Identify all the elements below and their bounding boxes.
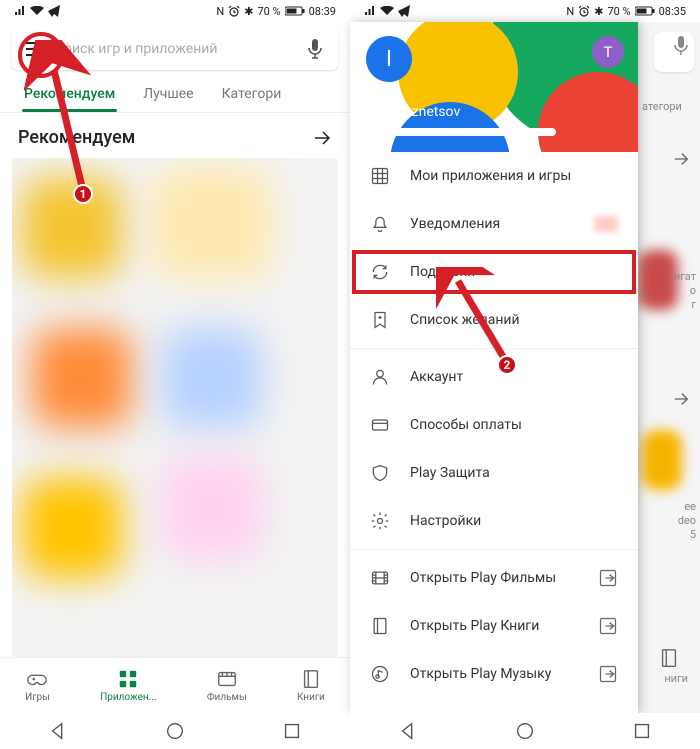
nav-home-button[interactable] xyxy=(514,720,536,742)
battery-icon xyxy=(635,6,655,16)
battery-text: 70 % xyxy=(257,5,280,18)
nav-recents-button[interactable] xyxy=(631,720,653,742)
section-title: Рекомендуем xyxy=(18,127,135,148)
apps-grid-icon xyxy=(117,668,139,690)
account-email-censored xyxy=(366,128,556,136)
time-text: 08:35 xyxy=(659,5,686,18)
section-header[interactable]: Рекомендуем xyxy=(0,113,350,158)
search-bar-peek xyxy=(654,32,694,72)
book-icon xyxy=(300,668,322,690)
launch-icon xyxy=(598,616,618,636)
voice-search-button[interactable] xyxy=(300,39,330,59)
menu-open-music[interactable]: Открыть Play Музыку xyxy=(350,650,638,698)
person-icon xyxy=(370,367,390,387)
hamburger-icon xyxy=(26,42,44,56)
refresh-icon xyxy=(370,262,390,282)
status-bar: N ✱ 70 % 08:39 xyxy=(0,0,350,22)
annotation-notification-dot xyxy=(51,37,57,43)
time-text: 08:39 xyxy=(309,5,336,18)
annotation-step-badge: 2 xyxy=(497,355,517,375)
menu-wishlist[interactable]: Список желаний xyxy=(350,296,638,344)
avatar-primary[interactable]: I xyxy=(366,36,412,82)
notification-indicator xyxy=(594,216,618,232)
book-icon xyxy=(658,647,680,669)
navigation-drawer: I T Ivan Kuznetsov Мои приложения и игры… xyxy=(350,22,638,713)
battery-icon xyxy=(285,6,305,16)
wifi-icon xyxy=(380,6,394,16)
nav-home-button[interactable] xyxy=(164,720,186,742)
status-bar: N ✱ 70 % 08:35 xyxy=(350,0,700,22)
nfc-icon: N xyxy=(566,5,574,18)
drawer-menu-list: Мои приложения и игры Уведомления Подпис… xyxy=(350,152,638,713)
menu-protect[interactable]: Play Защита xyxy=(350,449,638,497)
search-input[interactable] xyxy=(50,41,300,57)
launch-icon xyxy=(598,568,618,588)
launch-icon xyxy=(598,664,618,684)
drawer-header[interactable]: I T Ivan Kuznetsov xyxy=(350,22,638,152)
shield-icon xyxy=(370,463,390,483)
card-icon xyxy=(370,415,390,435)
menu-open-movies[interactable]: Открыть Play Фильмы xyxy=(350,554,638,602)
menu-notifications[interactable]: Уведомления xyxy=(350,200,638,248)
app-grid-blurred xyxy=(12,158,338,657)
tab-recommended[interactable]: Рекомендуем xyxy=(22,80,117,112)
bluetooth-icon: ✱ xyxy=(244,5,253,18)
book-icon xyxy=(370,616,390,636)
tab-categories[interactable]: Категори xyxy=(220,80,284,112)
wifi-icon xyxy=(30,6,44,16)
account-name: Ivan Kuznetsov xyxy=(366,104,460,120)
tab-best[interactable]: Лучшее xyxy=(141,80,195,112)
nav-recents-button[interactable] xyxy=(281,720,303,742)
signal-icon xyxy=(14,6,26,16)
microphone-icon xyxy=(674,36,688,56)
menu-my-apps[interactable]: Мои приложения и игры xyxy=(350,152,638,200)
microphone-icon xyxy=(308,39,322,59)
menu-payment[interactable]: Способы оплаты xyxy=(350,401,638,449)
nav-apps[interactable]: Приложен... xyxy=(100,668,156,703)
movie-icon xyxy=(370,568,390,588)
annotation-step-badge: 1 xyxy=(73,184,93,204)
nav-back-button[interactable] xyxy=(397,720,419,742)
bottom-nav: Игры Приложен... Фильмы Книги xyxy=(0,657,350,713)
android-nav-bar xyxy=(0,713,350,749)
menu-open-books[interactable]: Открыть Play Книги xyxy=(350,602,638,650)
arrow-right-icon xyxy=(672,150,690,168)
background-content-peek: атегори игат о г ее deo 5 ниги xyxy=(638,22,700,713)
category-tabs: Рекомендуем Лучшее Категори xyxy=(0,74,350,112)
bookmark-add-icon xyxy=(370,310,390,330)
nav-back-button[interactable] xyxy=(47,720,69,742)
nfc-icon: N xyxy=(216,5,224,18)
nav-movies[interactable]: Фильмы xyxy=(207,668,247,703)
android-nav-bar xyxy=(350,713,700,749)
telegram-icon xyxy=(398,5,410,17)
search-bar[interactable] xyxy=(12,28,338,70)
hamburger-menu-button[interactable] xyxy=(20,34,50,64)
nav-games[interactable]: Игры xyxy=(25,668,50,703)
avatar-secondary[interactable]: T xyxy=(592,36,624,68)
telegram-icon xyxy=(48,5,60,17)
bell-icon xyxy=(370,214,390,234)
menu-settings[interactable]: Настройки xyxy=(350,497,638,545)
phone-left: N ✱ 70 % 08:39 1 Рекомендуем Лучшее Кате… xyxy=(0,0,350,749)
nav-books[interactable]: Книги xyxy=(297,668,325,703)
arrow-right-icon xyxy=(312,128,332,148)
movie-icon xyxy=(216,668,238,690)
gamepad-icon xyxy=(26,668,48,690)
music-icon xyxy=(370,664,390,684)
menu-subscriptions[interactable]: Подписки xyxy=(350,248,638,296)
arrow-right-icon xyxy=(672,390,690,408)
battery-text: 70 % xyxy=(607,5,630,18)
alarm-icon xyxy=(228,5,240,17)
menu-account[interactable]: Аккаунт xyxy=(350,353,638,401)
signal-icon xyxy=(364,6,376,16)
bluetooth-icon: ✱ xyxy=(594,5,603,18)
gear-icon xyxy=(370,511,390,531)
apps-grid-icon xyxy=(370,166,390,186)
alarm-icon xyxy=(578,5,590,17)
phone-right: N ✱ 70 % 08:35 атегори игат о г ее deo 5… xyxy=(350,0,700,749)
